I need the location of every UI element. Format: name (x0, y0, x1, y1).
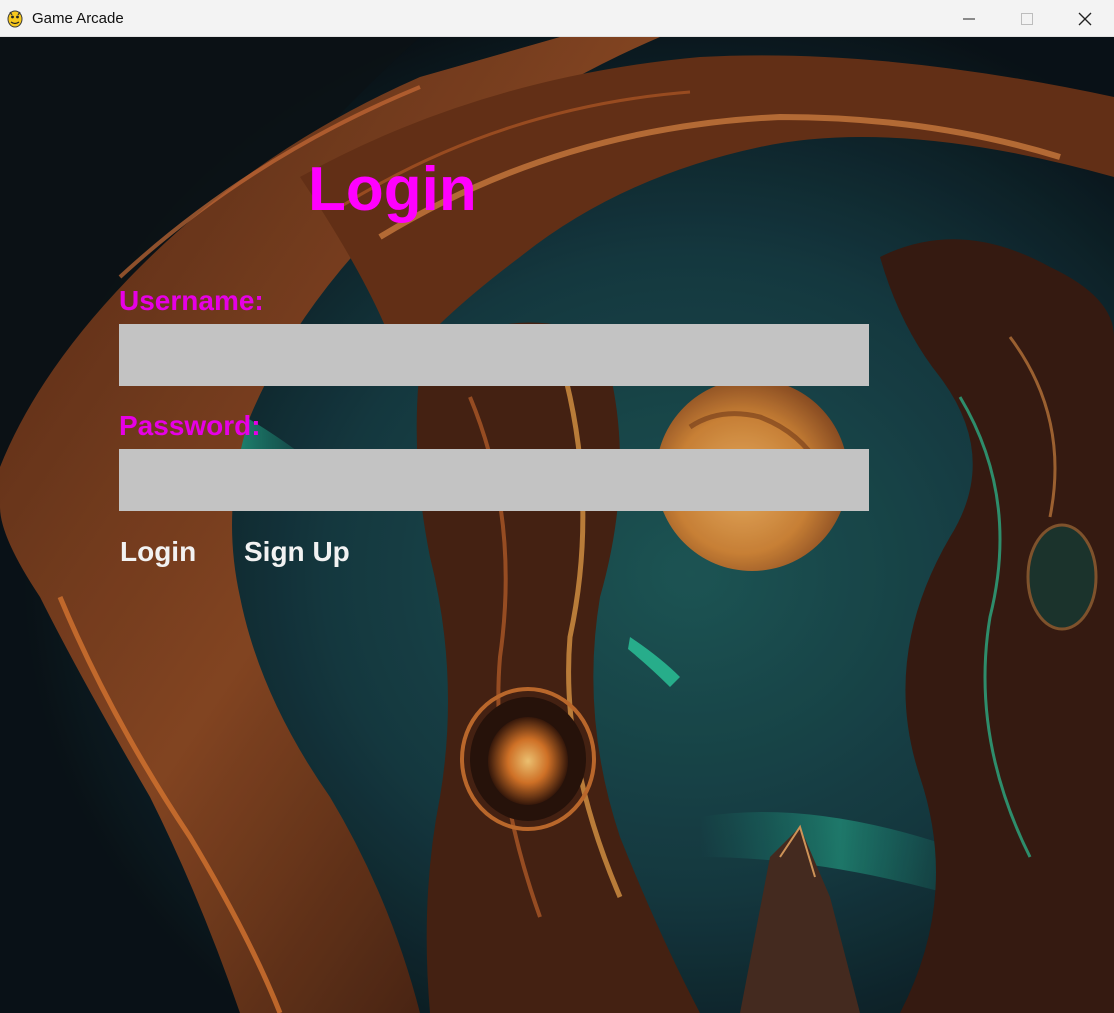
maximize-button[interactable] (998, 0, 1056, 37)
window-title: Game Arcade (32, 9, 124, 27)
fantasy-background-image (0, 37, 1114, 1013)
pygame-snake-icon (7, 10, 23, 28)
title-bar[interactable]: Game Arcade (0, 0, 1114, 37)
password-field[interactable] (119, 449, 869, 511)
app-window: Game Arcade Login Username: Password: Lo… (0, 0, 1114, 1013)
maximize-icon (1021, 12, 1033, 25)
window-controls (940, 0, 1114, 37)
close-button[interactable] (1056, 0, 1114, 37)
sign-up-button[interactable]: Sign Up (244, 535, 350, 569)
login-button[interactable]: Login (120, 535, 196, 569)
password-label: Password: (119, 410, 261, 441)
minimize-button[interactable] (940, 0, 998, 37)
page-title: Login (308, 155, 477, 224)
username-label: Username: (119, 285, 264, 316)
username-field[interactable] (119, 324, 869, 386)
game-surface: Login Username: Password: Login Sign Up (0, 37, 1114, 1013)
minimize-icon (963, 18, 975, 19)
close-icon (1078, 12, 1092, 25)
